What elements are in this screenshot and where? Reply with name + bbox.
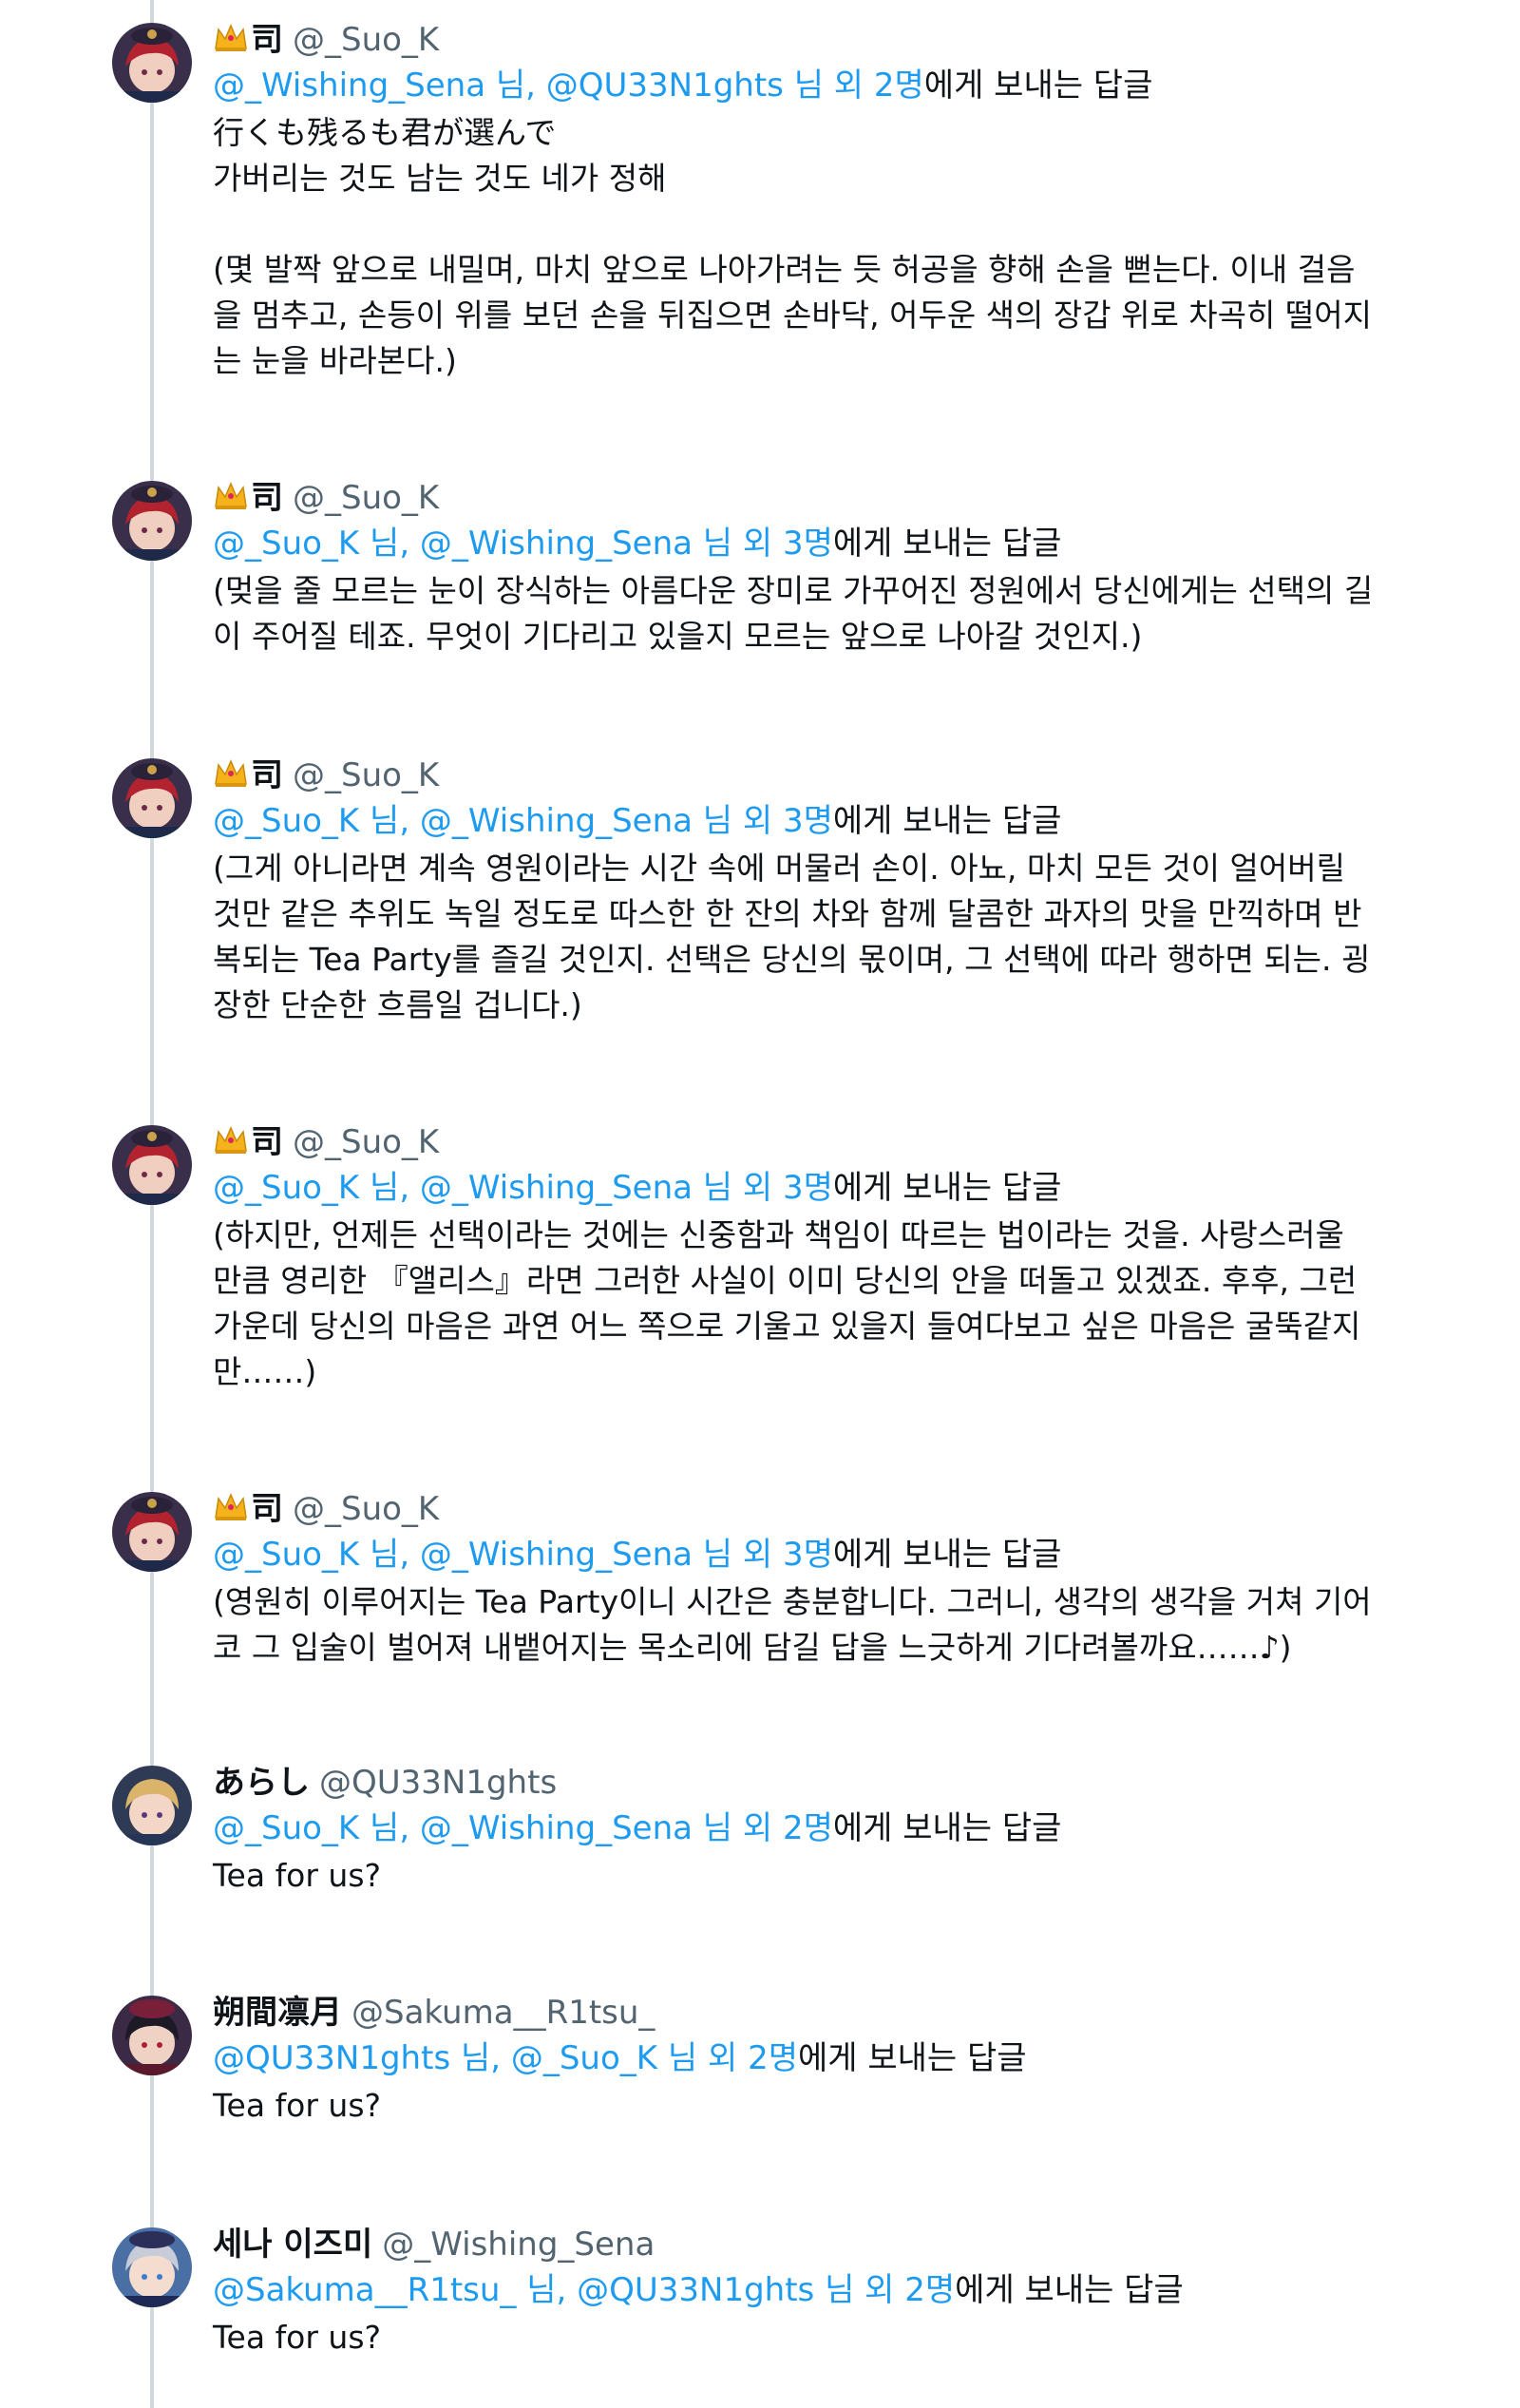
display-name[interactable]: 세나 이즈미	[213, 2226, 372, 2264]
tweet-text: Tea for us?	[213, 2319, 382, 2356]
user-handle[interactable]: @_Suo_K	[293, 756, 439, 794]
reply-mentions-link[interactable]: @_Suo_K 님, @_Wishing_Sena 님 외 2명	[213, 1809, 833, 1847]
reply-mentions-link[interactable]: @_Suo_K 님, @_Wishing_Sena 님 외 3명	[213, 1169, 833, 1207]
suo-avatar[interactable]	[112, 758, 192, 838]
replying-to-line: @QU33N1ghts 님, @_Suo_K 님 외 2명에게 보내는 답글	[213, 2035, 1378, 2081]
reply-mentions-link[interactable]: @_Suo_K 님, @_Wishing_Sena 님 외 3명	[213, 1536, 833, 1574]
reply-suffix: 에게 보내는 답글	[923, 67, 1153, 105]
sena-avatar[interactable]	[112, 2227, 192, 2307]
crown-emoji-icon	[215, 759, 247, 787]
reply-suffix: 에게 보내는 답글	[832, 1809, 1062, 1847]
crown-emoji-icon	[215, 1493, 247, 1520]
tweet-text: 行くも残るも君が選んで 가버리는 것도 남는 것도 네가 정해 (몇 발짝 앞으…	[213, 114, 1372, 379]
suo-avatar[interactable]	[112, 1492, 192, 1572]
replying-to-line: @_Suo_K 님, @_Wishing_Sena 님 외 3명에게 보내는 답…	[213, 798, 1378, 844]
crown-emoji-icon	[215, 482, 247, 509]
display-name[interactable]: 司	[251, 479, 283, 517]
display-name[interactable]: 司	[251, 1123, 283, 1161]
reply-mentions-link[interactable]: @Sakuma__R1tsu_ 님, @QU33N1ghts 님 외 2명	[213, 2271, 955, 2309]
tweet-text: (영원히 이루어지는 Tea Party이니 시간은 충분합니다. 그러니, 생…	[213, 1583, 1372, 1666]
reply-mentions-link[interactable]: @_Suo_K 님, @_Wishing_Sena 님 외 3명	[213, 802, 833, 840]
replying-to-line: @_Wishing_Sena 님, @QU33N1ghts 님 외 2명에게 보…	[213, 63, 1378, 108]
display-name[interactable]: 司	[251, 1490, 283, 1528]
replying-to-line: @_Suo_K 님, @_Wishing_Sena 님 외 3명에게 보내는 답…	[213, 1165, 1378, 1211]
reply-suffix: 에게 보내는 답글	[832, 1536, 1062, 1574]
reply-suffix: 에게 보내는 답글	[797, 2039, 1027, 2077]
replying-to-line: @_Suo_K 님, @_Wishing_Sena 님 외 3명에게 보내는 답…	[213, 1532, 1378, 1577]
reply-suffix: 에게 보내는 답글	[832, 525, 1062, 563]
reply-mentions-link[interactable]: @QU33N1ghts 님, @_Suo_K 님 외 2명	[213, 2039, 798, 2077]
user-handle[interactable]: @_Wishing_Sena	[382, 2226, 655, 2264]
display-name[interactable]: 司	[251, 21, 283, 59]
replying-to-line: @_Suo_K 님, @_Wishing_Sena 님 외 3명에게 보내는 답…	[213, 521, 1378, 566]
tweet-text: Tea for us?	[213, 2087, 382, 2124]
arashi-avatar[interactable]	[112, 1766, 192, 1845]
user-handle[interactable]: @_Suo_K	[293, 1123, 439, 1161]
reply-suffix: 에게 보내는 답글	[832, 802, 1062, 840]
suo-avatar[interactable]	[112, 23, 192, 103]
tweet-text: Tea for us?	[213, 1857, 382, 1894]
suo-avatar[interactable]	[112, 481, 192, 561]
reply-mentions-link[interactable]: @_Suo_K 님, @_Wishing_Sena 님 외 3명	[213, 525, 833, 563]
crown-emoji-icon	[215, 1126, 247, 1154]
tweet-text: (그게 아니라면 계속 영원이라는 시간 속에 머물러 손이. 아뇨, 마치 모…	[213, 850, 1371, 1023]
user-handle[interactable]: @Sakuma__R1tsu_	[352, 1994, 655, 2032]
display-name[interactable]: 司	[251, 756, 283, 794]
suo-avatar[interactable]	[112, 1125, 192, 1205]
reply-mentions-link[interactable]: @_Wishing_Sena 님, @QU33N1ghts 님 외 2명	[213, 67, 924, 105]
tweet-text: (멎을 줄 모르는 눈이 장식하는 아름다운 장미로 가꾸어진 정원에서 당신에…	[213, 572, 1374, 655]
display-name[interactable]: 朔間凛月	[213, 1994, 342, 2032]
crown-emoji-icon	[215, 24, 247, 51]
user-handle[interactable]: @QU33N1ghts	[319, 1764, 557, 1802]
tweet-text: (하지만, 언제든 선택이라는 것에는 신중함과 책임이 따르는 법이라는 것을…	[213, 1216, 1367, 1390]
display-name[interactable]: あらし	[213, 1764, 310, 1802]
user-handle[interactable]: @_Suo_K	[293, 21, 439, 59]
replying-to-line: @_Suo_K 님, @_Wishing_Sena 님 외 2명에게 보내는 답…	[213, 1806, 1378, 1851]
user-handle[interactable]: @_Suo_K	[293, 479, 439, 517]
replying-to-line: @Sakuma__R1tsu_ 님, @QU33N1ghts 님 외 2명에게 …	[213, 2267, 1378, 2313]
reply-suffix: 에게 보내는 답글	[832, 1169, 1062, 1207]
user-handle[interactable]: @_Suo_K	[293, 1490, 439, 1528]
ritsu-avatar[interactable]	[112, 1996, 192, 2075]
reply-suffix: 에게 보내는 답글	[955, 2271, 1184, 2309]
